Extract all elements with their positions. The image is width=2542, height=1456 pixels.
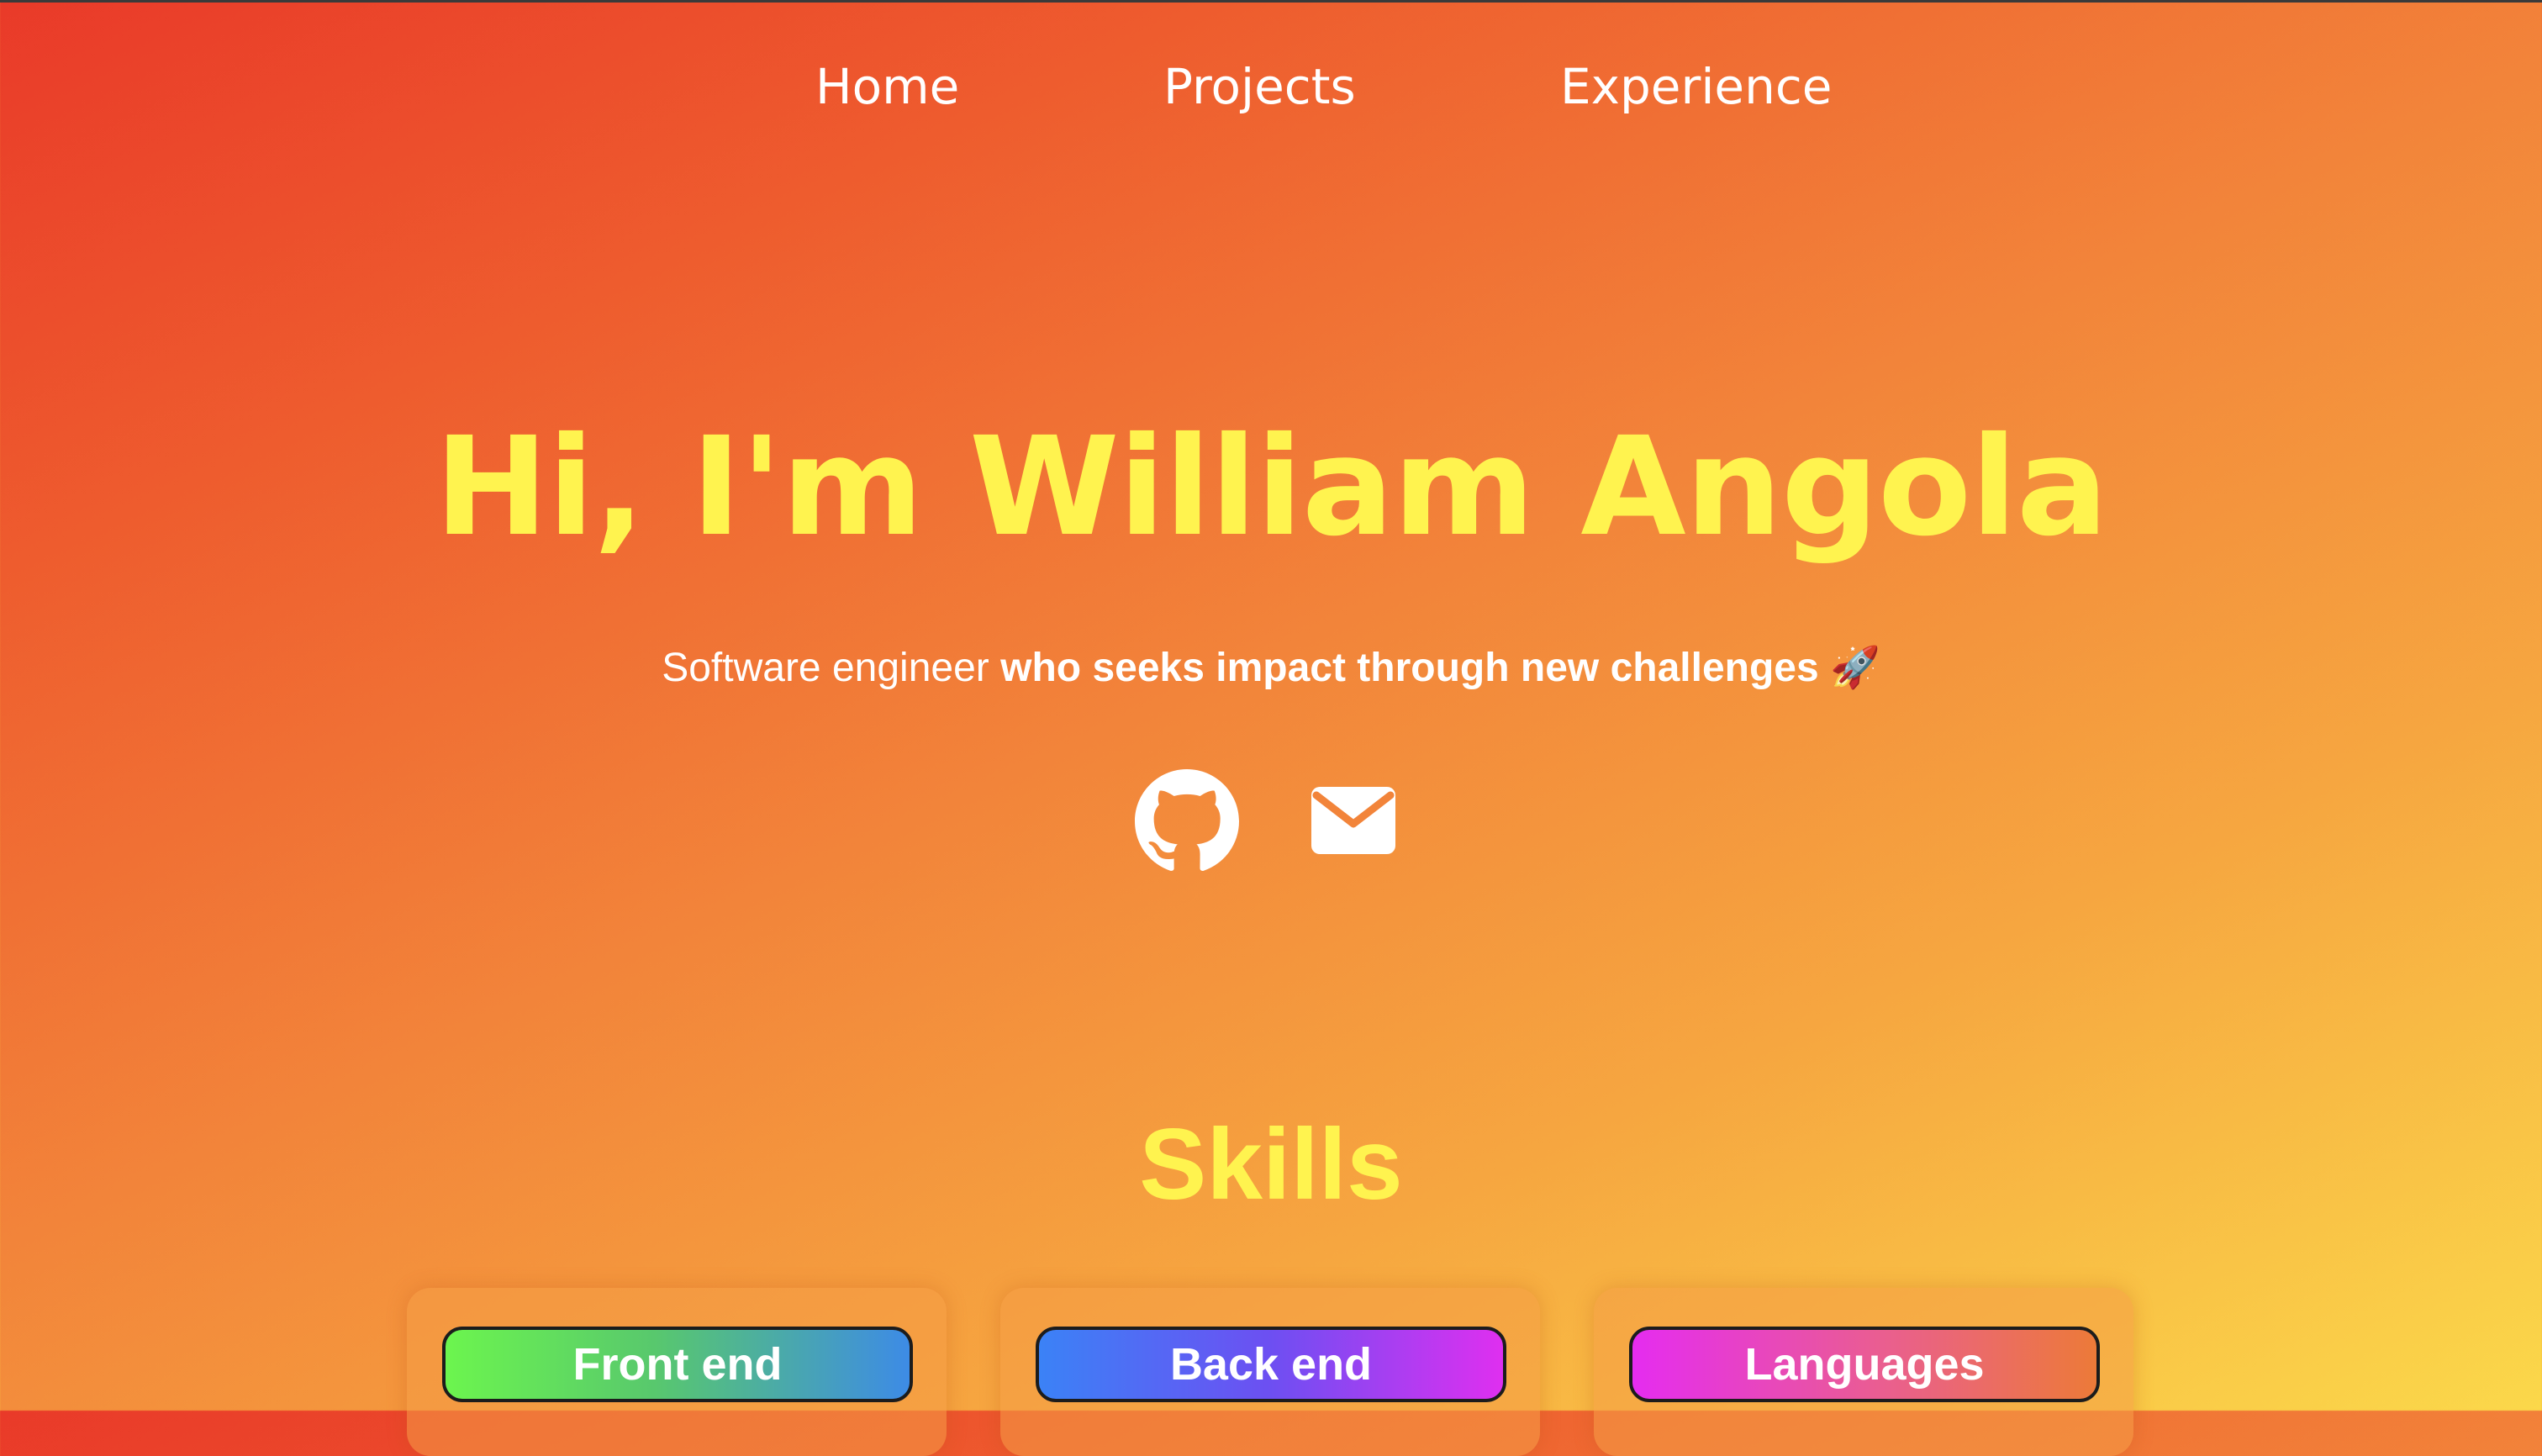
skill-card-front-end: Front end	[407, 1288, 947, 1456]
skill-card-back-end: Back end	[1000, 1288, 1540, 1456]
nav-link-experience[interactable]: Experience	[1560, 49, 1832, 124]
back-end-button[interactable]: Back end	[1036, 1327, 1506, 1402]
window-top-border	[0, 0, 2542, 3]
github-link[interactable]	[1135, 769, 1239, 873]
email-link[interactable]	[1311, 787, 1395, 854]
hero-subtitle: Software engineer who seeks impact throu…	[0, 639, 2542, 698]
rocket-emoji: 🚀	[1830, 646, 1880, 690]
social-links	[0, 767, 2542, 876]
github-icon	[1135, 769, 1239, 871]
subtitle-bold-text: who seeks impact through new challenges	[1000, 646, 1831, 690]
skill-card-languages: Languages	[1594, 1288, 2133, 1456]
subtitle-plain-text: Software engineer	[662, 646, 1001, 690]
skills-heading: Skills	[1139, 1108, 1403, 1221]
nav-link-home[interactable]: Home	[815, 49, 959, 124]
front-end-button[interactable]: Front end	[442, 1327, 913, 1402]
nav-link-projects[interactable]: Projects	[1163, 49, 1356, 124]
main-nav: Home Projects Experience	[0, 49, 2542, 124]
mail-icon	[1311, 787, 1395, 854]
hero-title: Hi, I'm William Angola	[434, 409, 2108, 567]
languages-button[interactable]: Languages	[1629, 1327, 2100, 1402]
